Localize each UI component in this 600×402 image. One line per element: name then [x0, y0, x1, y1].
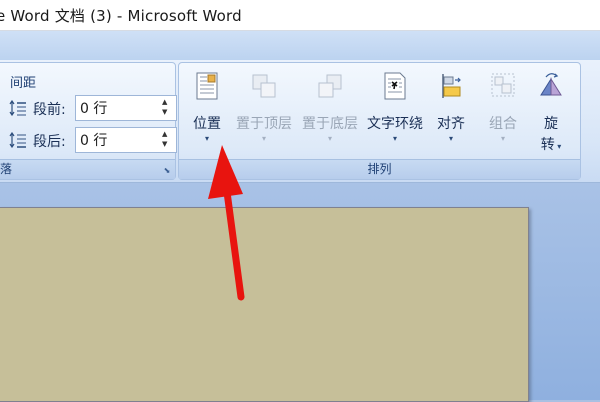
spacing-after-spinner-icon[interactable]: ▲ ▼: [162, 129, 172, 149]
spacing-before-label: 段前:: [33, 102, 66, 118]
align-button[interactable]: 对齐 ▾: [431, 67, 471, 149]
align-label: 对齐: [437, 116, 465, 132]
paragraph-group-label: 落: [0, 159, 175, 179]
rotate-label: 旋: [544, 116, 558, 132]
position-label: 位置: [193, 116, 221, 132]
rotate-button[interactable]: 旋 转 ▾: [531, 67, 571, 153]
send-to-back-button[interactable]: 置于底层 ▾: [297, 67, 363, 149]
group-label: 组合: [489, 116, 517, 132]
spacing-after-value: 0 行: [80, 133, 108, 149]
send-to-back-dropdown-icon: ▾: [327, 134, 332, 143]
dialog-launcher-icon[interactable]: ⬊: [162, 166, 172, 176]
bring-to-front-icon: [250, 71, 278, 101]
send-to-back-icon: [316, 71, 344, 101]
rotate-label-line2: 转 ▾: [540, 137, 562, 153]
bring-to-front-button[interactable]: 置于顶层 ▾: [231, 67, 297, 149]
arrange-group: 位置 ▾ 置于顶层 ▾ 置于底层 ▾ 文字环绕 ▾ 对齐 ▾ 组合 ▾ 旋 转 …: [178, 62, 581, 180]
spacing-before-spinner-icon[interactable]: ▲ ▼: [162, 97, 172, 117]
group-button[interactable]: 组合 ▾: [481, 67, 525, 149]
group-dropdown-icon: ▾: [500, 134, 505, 143]
document-page[interactable]: [0, 207, 529, 402]
spacing-after-icon: [9, 131, 27, 149]
spacing-before-value: 0 行: [80, 101, 108, 117]
title-bar: e Word 文档 (3) - Microsoft Word: [0, 0, 600, 31]
bring-to-front-dropdown-icon: ▾: [261, 134, 266, 143]
ribbon: 间距 段前: 0 行 ▲ ▼ 段后: 0 行 ▲ ▼ 落 ⬊ 位置 ▾ 置于顶层…: [0, 60, 600, 183]
position-button[interactable]: 位置 ▾: [187, 67, 227, 149]
position-icon: [193, 71, 221, 101]
align-dropdown-icon: ▾: [448, 134, 453, 143]
window-title: e Word 文档 (3) - Microsoft Word: [0, 7, 242, 25]
text-wrap-icon: [381, 71, 409, 101]
spacing-before-input[interactable]: 0 行 ▲ ▼: [75, 95, 177, 121]
align-icon: [437, 71, 465, 101]
rotate-icon: [537, 71, 565, 101]
bring-to-front-label: 置于顶层: [236, 116, 292, 132]
spacing-after-input[interactable]: 0 行 ▲ ▼: [75, 127, 177, 153]
text-wrap-label: 文字环绕: [367, 116, 423, 132]
text-wrap-button[interactable]: 文字环绕 ▾: [364, 67, 426, 149]
group-icon: [489, 71, 517, 101]
text-wrap-dropdown-icon: ▾: [392, 134, 397, 143]
position-dropdown-icon: ▾: [204, 134, 209, 143]
paragraph-group: 间距 段前: 0 行 ▲ ▼ 段后: 0 行 ▲ ▼ 落 ⬊: [0, 62, 177, 180]
send-to-back-label: 置于底层: [302, 116, 358, 132]
spacing-title: 间距: [10, 76, 37, 91]
spacing-before-icon: [9, 99, 27, 117]
arrange-group-label: 排列: [179, 159, 580, 179]
spacing-after-label: 段后:: [33, 134, 66, 150]
ribbon-tab-strip: [0, 31, 600, 60]
